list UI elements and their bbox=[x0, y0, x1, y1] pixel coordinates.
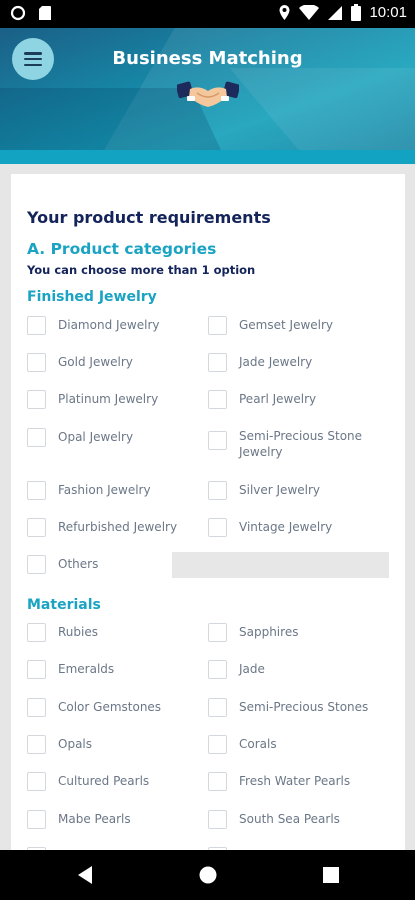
checkbox-emeralds[interactable]: Emeralds bbox=[27, 660, 114, 679]
checkbox-gold-jewelry[interactable]: Gold Jewelry bbox=[27, 353, 133, 372]
checkbox-corals[interactable]: Corals bbox=[208, 735, 277, 754]
clock: 10:01 bbox=[369, 4, 407, 21]
checkbox-box[interactable] bbox=[208, 623, 227, 642]
checkbox-vintage-jewelry[interactable]: Vintage Jewelry bbox=[208, 518, 332, 537]
option-label: Gold Jewelry bbox=[58, 355, 133, 369]
option-label: Vintage Jewelry bbox=[239, 520, 333, 534]
checkbox-box[interactable] bbox=[208, 660, 227, 679]
checkbox-box[interactable] bbox=[208, 698, 227, 717]
handshake-icon bbox=[177, 81, 239, 107]
checkbox-diamond-jewelry[interactable]: Diamond Jewelry bbox=[27, 316, 159, 335]
checkbox-box[interactable] bbox=[208, 772, 227, 791]
option-label: Jade bbox=[239, 662, 265, 676]
back-icon[interactable] bbox=[76, 865, 94, 885]
checkbox-box[interactable] bbox=[27, 698, 46, 717]
option-label: Color Gemstones bbox=[58, 700, 162, 714]
checkbox-others[interactable]: Others bbox=[27, 555, 98, 574]
checkbox-cultured-pearls[interactable]: Cultured Pearls bbox=[27, 772, 149, 791]
checkbox-gemset-jewelry[interactable]: Gemset Jewelry bbox=[208, 316, 333, 335]
checkbox-rubies[interactable]: Rubies bbox=[27, 623, 98, 642]
option-label: Jade Jewelry bbox=[239, 355, 313, 369]
option-label: Fresh Water Pearls bbox=[239, 774, 351, 788]
checkbox-box[interactable] bbox=[27, 623, 46, 642]
option-label: Rubies bbox=[58, 625, 98, 639]
checkbox-box[interactable] bbox=[208, 390, 227, 409]
checkbox-refurbished-jewelry[interactable]: Refurbished Jewelry bbox=[27, 518, 177, 537]
battery-icon bbox=[351, 4, 362, 21]
sd-card-icon bbox=[39, 6, 51, 20]
recents-icon[interactable] bbox=[322, 865, 340, 885]
checkbox-box[interactable] bbox=[27, 316, 46, 335]
option-label: Emeralds bbox=[58, 662, 115, 676]
option-label: Mabe Pearls bbox=[58, 812, 131, 826]
option-label: Sapphires bbox=[239, 625, 299, 639]
checkbox-color-gemstones[interactable]: Color Gemstones bbox=[27, 698, 161, 717]
checkbox-jade-jewelry[interactable]: Jade Jewelry bbox=[208, 353, 312, 372]
option-label: Refurbished Jewelry bbox=[58, 520, 178, 534]
checkbox-south-sea-pearls[interactable]: South Sea Pearls bbox=[208, 810, 340, 829]
group-title-finished-jewelry: Finished Jewelry bbox=[27, 289, 157, 305]
group-title-materials: Materials bbox=[27, 597, 101, 613]
home-icon[interactable] bbox=[198, 865, 218, 885]
option-label: Fashion Jewelry bbox=[58, 483, 151, 497]
system-nav-bar bbox=[0, 850, 415, 900]
checkbox-pearl-jewelry[interactable]: Pearl Jewelry bbox=[208, 390, 316, 409]
option-label: South Sea Pearls bbox=[239, 812, 340, 826]
checkbox-semi-precious-stone-jewelry[interactable]: Semi-Precious Stone Jewelry bbox=[208, 429, 379, 460]
checkbox-opals[interactable]: Opals bbox=[27, 735, 92, 754]
option-label: Diamond Jewelry bbox=[58, 318, 160, 332]
checkbox-box[interactable] bbox=[208, 810, 227, 829]
wifi-icon bbox=[299, 4, 320, 20]
checkbox-box[interactable] bbox=[27, 390, 46, 409]
checkbox-box[interactable] bbox=[208, 518, 227, 537]
option-label: Corals bbox=[239, 737, 277, 751]
checkbox-mabe-pearls[interactable]: Mabe Pearls bbox=[27, 810, 131, 829]
record-icon bbox=[10, 5, 26, 21]
checkbox-jade[interactable]: Jade bbox=[208, 660, 265, 679]
option-label: Others bbox=[58, 557, 99, 571]
checkbox-box[interactable] bbox=[27, 428, 46, 447]
checkbox-opal-jewelry[interactable]: Opal Jewelry bbox=[27, 428, 133, 447]
checkbox-platinum-jewelry[interactable]: Platinum Jewelry bbox=[27, 390, 158, 409]
page-title: Business Matching bbox=[112, 48, 303, 69]
option-label: Cultured Pearls bbox=[58, 774, 150, 788]
option-label: Semi-Precious Stone Jewelry bbox=[239, 429, 363, 459]
signal-icon bbox=[328, 5, 343, 20]
checkbox-semi-precious-stones[interactable]: Semi-Precious Stones bbox=[208, 698, 368, 717]
checkbox-box[interactable] bbox=[27, 555, 46, 574]
option-label: Opal Jewelry bbox=[58, 430, 134, 444]
checkbox-box[interactable] bbox=[27, 660, 46, 679]
checkbox-box[interactable] bbox=[27, 353, 46, 372]
option-label: Gemset Jewelry bbox=[239, 318, 334, 332]
multi-select-hint: You can choose more than 1 option bbox=[27, 263, 256, 277]
checkbox-box[interactable] bbox=[208, 316, 227, 335]
option-label: Opals bbox=[58, 737, 93, 751]
checkbox-box[interactable] bbox=[27, 735, 46, 754]
option-label: Silver Jewelry bbox=[239, 483, 321, 497]
form-title: Your product requirements bbox=[27, 208, 271, 227]
header-divider bbox=[0, 150, 415, 164]
checkbox-box[interactable] bbox=[208, 431, 227, 450]
checkbox-fresh-water-pearls[interactable]: Fresh Water Pearls bbox=[208, 772, 350, 791]
others-text-input[interactable] bbox=[172, 552, 389, 578]
checkbox-fashion-jewelry[interactable]: Fashion Jewelry bbox=[27, 481, 151, 500]
status-bar: 10:01 bbox=[0, 0, 415, 28]
checkbox-box[interactable] bbox=[27, 518, 46, 537]
checkbox-sapphires[interactable]: Sapphires bbox=[208, 623, 298, 642]
checkbox-box[interactable] bbox=[208, 481, 227, 500]
checkbox-box[interactable] bbox=[27, 772, 46, 791]
checkbox-box[interactable] bbox=[27, 481, 46, 500]
option-label: Platinum Jewelry bbox=[58, 392, 159, 406]
location-icon bbox=[279, 5, 290, 20]
section-heading-product-categories: A. Product categories bbox=[27, 240, 217, 258]
option-label: Pearl Jewelry bbox=[239, 392, 317, 406]
option-label: Semi-Precious Stones bbox=[239, 700, 369, 714]
checkbox-box[interactable] bbox=[208, 735, 227, 754]
checkbox-box[interactable] bbox=[27, 810, 46, 829]
checkbox-box[interactable] bbox=[208, 353, 227, 372]
checkbox-silver-jewelry[interactable]: Silver Jewelry bbox=[208, 481, 320, 500]
requirements-card: Your product requirements A. Product cat… bbox=[11, 174, 405, 864]
